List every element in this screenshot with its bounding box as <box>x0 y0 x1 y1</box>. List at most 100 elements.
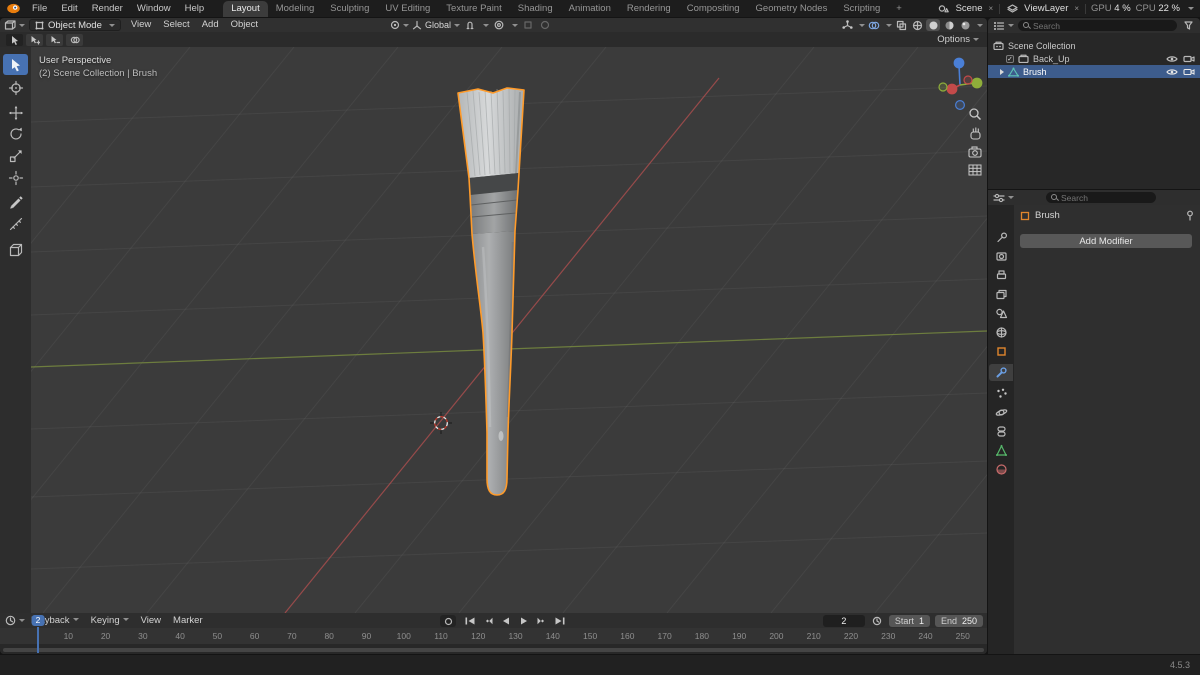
zoom-icon[interactable] <box>969 108 982 121</box>
tab-scene-properties[interactable] <box>989 305 1013 322</box>
move-tool[interactable] <box>3 102 28 123</box>
workspace-tab[interactable]: Geometry Nodes <box>748 1 836 17</box>
outliner-row-scene-collection[interactable]: Scene Collection <box>988 39 1200 52</box>
hide-eye-icon[interactable] <box>1166 68 1178 76</box>
viewport-menu[interactable]: Select <box>157 18 195 32</box>
workspace-tab[interactable]: Scripting <box>835 1 888 17</box>
show-gizmo-icon[interactable] <box>840 19 854 31</box>
topbar-menu[interactable]: Render <box>85 0 130 17</box>
filter-icon[interactable] <box>1181 20 1195 32</box>
gizmo-z-axis[interactable] <box>953 57 965 69</box>
workspace-tab[interactable]: Compositing <box>679 1 748 17</box>
tab-object-properties[interactable] <box>989 343 1013 360</box>
viewlayer-name[interactable]: ViewLayer <box>1024 3 1068 14</box>
add-cube-tool[interactable] <box>3 239 28 260</box>
topbar-menu[interactable]: Help <box>178 0 212 17</box>
disable-render-camera-icon[interactable] <box>1183 54 1195 63</box>
topbar-menu[interactable]: File <box>25 0 54 17</box>
toggle-ortho-grid-icon[interactable] <box>968 164 982 176</box>
blender-logo[interactable] <box>6 3 21 14</box>
rotate-tool[interactable] <box>3 123 28 144</box>
shading-material-icon[interactable] <box>942 19 956 31</box>
workspace-tab[interactable]: Animation <box>561 1 619 17</box>
move-view-hand-icon[interactable] <box>970 127 981 140</box>
scale-tool[interactable] <box>3 145 28 166</box>
timeline-scrollbar[interactable] <box>3 648 984 652</box>
chevron-down-icon[interactable] <box>483 23 490 27</box>
add-modifier-button[interactable]: Add Modifier <box>1020 234 1192 248</box>
gizmo-z-negative[interactable] <box>954 99 965 110</box>
jump-to-start-button[interactable] <box>462 615 477 626</box>
select-mode-subtract-icon[interactable] <box>46 33 63 46</box>
transform-tool[interactable] <box>3 167 28 188</box>
editor-type-outliner-icon[interactable] <box>993 20 1014 32</box>
select-box-tool[interactable] <box>3 54 28 75</box>
editor-type-properties-icon[interactable] <box>993 192 1014 204</box>
timeline-menu[interactable]: View <box>135 614 167 628</box>
tab-object-data-properties[interactable] <box>989 442 1013 459</box>
disclosure-triangle-icon[interactable] <box>1000 68 1004 75</box>
annotate-tool[interactable] <box>3 190 28 211</box>
tab-view-layer-properties[interactable] <box>989 286 1013 303</box>
properties-search-input[interactable] <box>1061 192 1151 203</box>
toggle-xray-icon[interactable] <box>894 19 908 31</box>
viewport-menu[interactable]: Add <box>196 18 225 32</box>
collection-checkbox-icon[interactable]: ✓ <box>1006 54 1014 63</box>
play-reverse-button[interactable] <box>498 615 513 626</box>
viewport-menu[interactable]: View <box>125 18 157 32</box>
measure-tool[interactable] <box>3 213 28 234</box>
disable-render-camera-icon[interactable] <box>1183 67 1195 76</box>
outliner-row-brush[interactable]: Brush <box>988 65 1200 78</box>
mode-dropdown[interactable]: Object Mode <box>29 19 121 31</box>
topbar-menu[interactable]: Window <box>130 0 178 17</box>
timeline-tracks[interactable] <box>0 644 987 654</box>
chevron-down-icon[interactable] <box>859 23 865 27</box>
workspace-tab[interactable]: Modeling <box>268 1 323 17</box>
gizmo-x-axis[interactable] <box>946 83 958 95</box>
tab-modifier-properties[interactable] <box>989 364 1013 381</box>
tab-material-properties[interactable] <box>989 461 1013 478</box>
outliner-search-input[interactable] <box>1033 20 1172 31</box>
properties-search[interactable] <box>1046 192 1156 203</box>
timeline-ruler[interactable]: 10 20 30 40 50 60 70 80 90 100 110 120 130 140 150 160 1… <box>0 628 987 644</box>
gizmo-y-negative[interactable] <box>938 82 948 92</box>
workspace-tab[interactable]: + <box>888 1 910 17</box>
workspace-tab[interactable]: Sculpting <box>322 1 377 17</box>
select-mode-new-icon[interactable] <box>6 33 23 46</box>
transform-options-icon[interactable] <box>538 19 552 31</box>
frame-start-field[interactable]: Start 1 <box>888 614 930 627</box>
pin-icon[interactable] <box>1186 210 1194 221</box>
frame-end-field[interactable]: End 250 <box>934 614 983 627</box>
topbar-menu[interactable]: Edit <box>54 0 84 17</box>
navigation-gizmo[interactable] <box>938 57 983 110</box>
transform-pivot-icon[interactable] <box>390 19 409 31</box>
shading-solid-icon[interactable] <box>926 19 940 31</box>
remove-viewlayer-icon[interactable]: × <box>1073 4 1080 13</box>
shading-wireframe-icon[interactable] <box>910 19 924 31</box>
workspace-tab[interactable]: Rendering <box>619 1 679 17</box>
tab-world-properties[interactable] <box>989 324 1013 341</box>
select-mode-intersect-icon[interactable] <box>66 33 83 46</box>
tab-render-properties[interactable] <box>989 248 1013 265</box>
workspace-tab[interactable]: UV Editing <box>377 1 438 17</box>
cursor-tool[interactable] <box>3 77 28 98</box>
editor-type-timeline-icon[interactable] <box>5 615 25 627</box>
hide-eye-icon[interactable] <box>1166 55 1178 63</box>
current-frame-marker[interactable]: 2 <box>31 615 45 626</box>
outliner-search[interactable] <box>1018 20 1177 31</box>
chevron-down-icon[interactable] <box>977 23 983 27</box>
chevron-down-icon[interactable] <box>512 23 519 27</box>
proportional-editing-icon[interactable] <box>492 19 506 31</box>
tab-output-properties[interactable] <box>989 267 1013 284</box>
select-mode-extend-icon[interactable] <box>26 33 43 46</box>
jump-to-end-button[interactable] <box>552 615 567 626</box>
brush-object[interactable] <box>457 87 525 496</box>
tab-particle-properties[interactable] <box>989 385 1013 402</box>
editor-type-3d-viewport-icon[interactable] <box>4 19 25 31</box>
options-dropdown[interactable]: Options <box>937 34 981 45</box>
next-keyframe-button[interactable] <box>534 615 549 626</box>
transform-orientation-dropdown[interactable]: Global <box>412 19 461 31</box>
snap-target-icon[interactable] <box>521 19 535 31</box>
chevron-down-icon[interactable] <box>886 23 892 27</box>
chevron-down-icon[interactable] <box>1188 7 1194 10</box>
